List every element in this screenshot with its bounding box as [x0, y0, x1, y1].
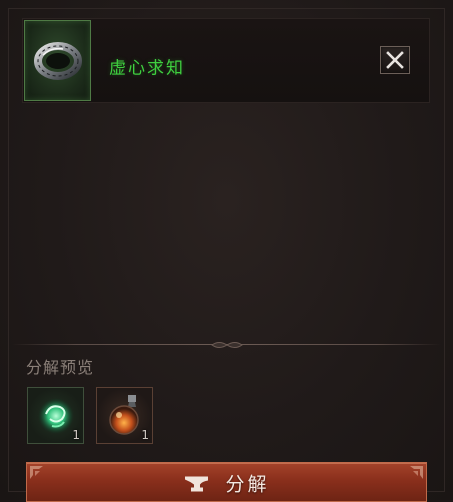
preview-title: 分解预览	[26, 358, 95, 377]
item-name: 虚心求知	[109, 58, 185, 79]
reward-count: 1	[141, 428, 149, 442]
section-divider	[12, 342, 441, 348]
anvil-icon	[184, 476, 208, 491]
reward-slot-2[interactable]: 1	[96, 387, 153, 444]
item-slot[interactable]	[24, 20, 91, 101]
divider-ornament-icon	[211, 342, 243, 348]
ring-icon	[34, 42, 82, 80]
item-header: 虚心求知	[22, 18, 430, 103]
corner-ornament-icon	[30, 466, 43, 479]
decompose-panel: 虚心求知 分解预览 1 1 分解	[0, 0, 453, 502]
close-button[interactable]	[380, 46, 410, 74]
decompose-label: 分解	[225, 473, 270, 496]
close-icon	[386, 51, 404, 69]
decompose-button[interactable]: 分解	[26, 462, 427, 502]
corner-ornament-icon	[410, 466, 423, 479]
reward-slot-1[interactable]: 1	[27, 387, 84, 444]
reward-count: 1	[72, 428, 80, 442]
decompose-button-content: 分解	[183, 470, 269, 497]
